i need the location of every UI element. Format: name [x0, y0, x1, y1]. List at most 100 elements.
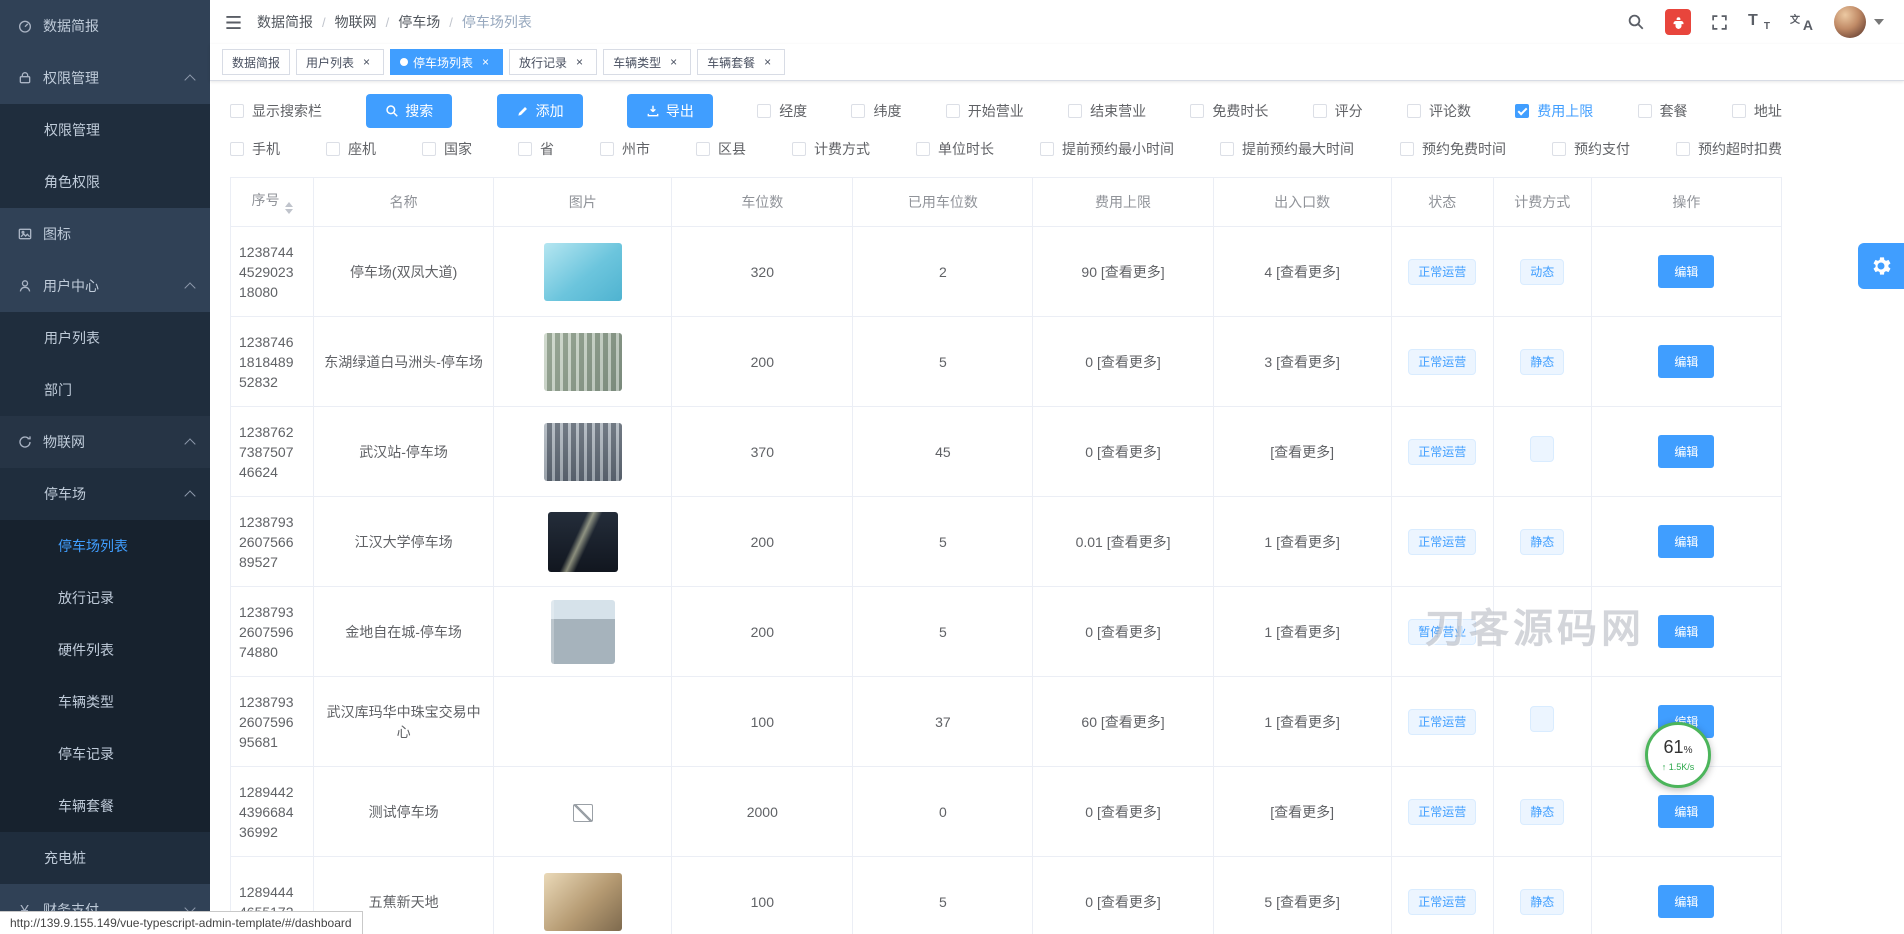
- search-icon[interactable]: [1627, 13, 1645, 31]
- fee-more-link[interactable]: 0 [查看更多]: [1033, 767, 1213, 857]
- show-search-checkbox[interactable]: 显示搜索栏: [230, 101, 322, 121]
- close-icon[interactable]: ×: [359, 55, 374, 70]
- edit-button[interactable]: 编辑: [1658, 885, 1714, 918]
- filter-checkbox-latitude[interactable]: 纬度: [851, 101, 901, 121]
- tab-data-brief[interactable]: 数据简报: [222, 49, 290, 75]
- sidebar-item-iot[interactable]: 物联网: [0, 416, 210, 468]
- edit-button[interactable]: 编辑: [1658, 435, 1714, 468]
- tab-user-list[interactable]: 用户列表 ×: [296, 49, 384, 75]
- filter-checkbox-rating[interactable]: 评分: [1313, 101, 1363, 121]
- sidebar-item-permission-management[interactable]: 权限管理: [0, 104, 210, 156]
- row-used: 5: [853, 587, 1033, 677]
- edit-button[interactable]: 编辑: [1658, 525, 1714, 558]
- edit-button[interactable]: 编辑: [1658, 255, 1714, 288]
- filter-checkbox-reserve-free-time[interactable]: 预约免费时间: [1400, 139, 1506, 159]
- filter-checkbox-unit-duration[interactable]: 单位时长: [916, 139, 994, 159]
- gates-more-link[interactable]: [查看更多]: [1213, 767, 1391, 857]
- edit-button[interactable]: 编辑: [1658, 615, 1714, 648]
- filter-checkbox-reserve-pay[interactable]: 预约支付: [1552, 139, 1630, 159]
- sidebar-item-vehicle-type[interactable]: 车辆类型: [0, 676, 210, 728]
- filter-checkbox-longitude[interactable]: 经度: [757, 101, 807, 121]
- gates-more-link[interactable]: 5 [查看更多]: [1213, 857, 1391, 934]
- sidebar-item-data-brief[interactable]: 数据简报: [0, 0, 210, 52]
- avatar[interactable]: [1834, 6, 1866, 38]
- user-menu[interactable]: [1834, 6, 1884, 38]
- checkbox-label: 显示搜索栏: [252, 101, 322, 121]
- filter-checkbox-fee-limit[interactable]: 费用上限: [1515, 101, 1593, 121]
- settings-panel-button[interactable]: [1858, 243, 1904, 289]
- gates-more-link[interactable]: 4 [查看更多]: [1213, 227, 1391, 317]
- sidebar-item-charging-pile[interactable]: 充电桩: [0, 832, 210, 884]
- filter-checkbox-province[interactable]: 省: [518, 139, 554, 159]
- close-icon[interactable]: ×: [760, 55, 775, 70]
- breadcrumb-item[interactable]: 数据简报: [257, 12, 313, 32]
- fee-more-link[interactable]: 60 [查看更多]: [1033, 677, 1213, 767]
- close-icon[interactable]: ×: [572, 55, 587, 70]
- sidebar-item-icons[interactable]: 图标: [0, 208, 210, 260]
- gates-more-link[interactable]: [查看更多]: [1213, 407, 1391, 497]
- fee-more-link[interactable]: 0 [查看更多]: [1033, 317, 1213, 407]
- error-log-icon[interactable]: [1665, 9, 1691, 35]
- tab-vehicle-package[interactable]: 车辆套餐 ×: [697, 49, 785, 75]
- filter-checkbox-address[interactable]: 地址: [1732, 101, 1782, 121]
- fullscreen-icon[interactable]: [1711, 14, 1728, 31]
- sidebar-item-parking-records[interactable]: 停车记录: [0, 728, 210, 780]
- gates-more-link[interactable]: 3 [查看更多]: [1213, 317, 1391, 407]
- tab-parking-list[interactable]: 停车场列表 ×: [390, 49, 503, 75]
- sidebar-item-department[interactable]: 部门: [0, 364, 210, 416]
- sidebar-item-vehicle-package[interactable]: 车辆套餐: [0, 780, 210, 832]
- breadcrumb-item[interactable]: 停车场: [398, 12, 440, 32]
- fee-more-link[interactable]: 0.01 [查看更多]: [1033, 497, 1213, 587]
- filter-checkbox-package[interactable]: 套餐: [1638, 101, 1688, 121]
- close-icon[interactable]: ×: [478, 55, 493, 70]
- filter-checkbox-close-time[interactable]: 结束营业: [1068, 101, 1146, 121]
- row-billing-cell: [1493, 587, 1591, 677]
- fee-more-link[interactable]: 0 [查看更多]: [1033, 587, 1213, 677]
- gates-more-link[interactable]: 1 [查看更多]: [1213, 677, 1391, 767]
- status-bar-url: http://139.9.155.149/vue-typescript-admi…: [0, 911, 363, 934]
- tab-pass-records[interactable]: 放行记录 ×: [509, 49, 597, 75]
- filter-checkbox-district[interactable]: 区县: [696, 139, 746, 159]
- add-button[interactable]: 添加: [497, 94, 583, 128]
- filter-checkbox-landline[interactable]: 座机: [326, 139, 376, 159]
- sidebar-item-role-permission[interactable]: 角色权限: [0, 156, 210, 208]
- network-speed-badge[interactable]: 61% ↑ 1.5K/s: [1645, 722, 1711, 788]
- filter-checkbox-reserve-overtime-fee[interactable]: 预约超时扣费: [1676, 139, 1782, 159]
- sort-icons[interactable]: [285, 202, 293, 214]
- sidebar-item-pass-records[interactable]: 放行记录: [0, 572, 210, 624]
- filter-checkbox-max-reserve-time[interactable]: 提前预约最大时间: [1220, 139, 1354, 159]
- breadcrumb-item[interactable]: 物联网: [335, 12, 377, 32]
- fee-more-link[interactable]: 0 [查看更多]: [1033, 857, 1213, 934]
- close-icon[interactable]: ×: [666, 55, 681, 70]
- search-button[interactable]: 搜索: [366, 94, 452, 128]
- export-button[interactable]: 导出: [627, 94, 713, 128]
- edit-button[interactable]: 编辑: [1658, 795, 1714, 828]
- sidebar-item-user-center[interactable]: 用户中心: [0, 260, 210, 312]
- gates-more-link[interactable]: 1 [查看更多]: [1213, 587, 1391, 677]
- filter-checkbox-mobile[interactable]: 手机: [230, 139, 280, 159]
- filter-checkbox-open-time[interactable]: 开始营业: [946, 101, 1024, 121]
- sidebar-item-hardware-list[interactable]: 硬件列表: [0, 624, 210, 676]
- filter-checkbox-billing-mode[interactable]: 计费方式: [792, 139, 870, 159]
- filter-checkbox-city[interactable]: 州市: [600, 139, 650, 159]
- filter-checkbox-free-duration[interactable]: 免费时长: [1190, 101, 1268, 121]
- sidebar-item-parking-list[interactable]: 停车场列表: [0, 520, 210, 572]
- sidebar-item-parking-lot[interactable]: 停车场: [0, 468, 210, 520]
- filter-checkbox-min-reserve-time[interactable]: 提前预约最小时间: [1040, 139, 1174, 159]
- language-icon[interactable]: [1790, 12, 1814, 32]
- col-index[interactable]: 序号: [231, 178, 314, 227]
- sidebar-item-user-list[interactable]: 用户列表: [0, 312, 210, 364]
- filter-checkbox-comments[interactable]: 评论数: [1407, 101, 1471, 121]
- tab-vehicle-type[interactable]: 车辆类型 ×: [603, 49, 691, 75]
- edit-button[interactable]: 编辑: [1658, 345, 1714, 378]
- fee-more-link[interactable]: 0 [查看更多]: [1033, 407, 1213, 497]
- row-billing-cell: 静态: [1493, 317, 1591, 407]
- checkbox-box: [696, 142, 710, 156]
- row-status-cell: 正常运营: [1391, 767, 1493, 857]
- hamburger-icon[interactable]: [210, 13, 257, 32]
- fee-more-link[interactable]: 90 [查看更多]: [1033, 227, 1213, 317]
- font-size-icon[interactable]: [1748, 12, 1770, 32]
- sidebar-item-permission-group[interactable]: 权限管理: [0, 52, 210, 104]
- gates-more-link[interactable]: 1 [查看更多]: [1213, 497, 1391, 587]
- filter-checkbox-country[interactable]: 国家: [422, 139, 472, 159]
